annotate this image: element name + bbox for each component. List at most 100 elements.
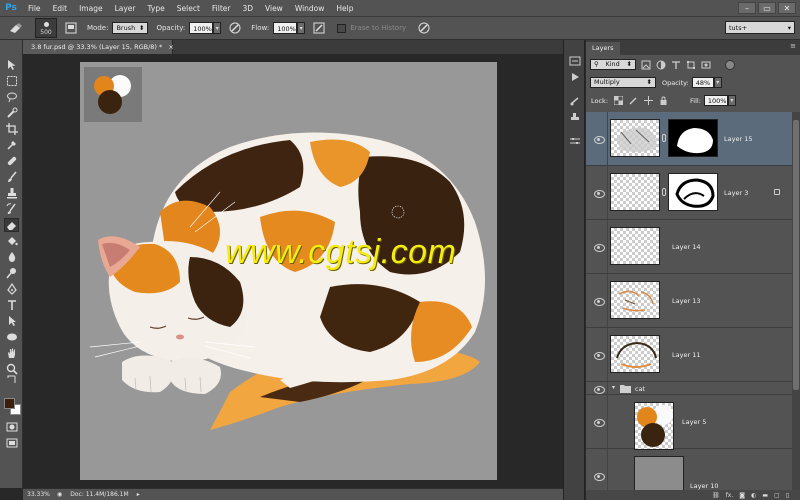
blur-tool[interactable] [4,250,19,264]
layer-row-layer-10[interactable]: Layer 10 [586,449,792,490]
layer-name[interactable]: Layer 15 [724,135,752,143]
blend-mode-select[interactable]: Multiply ⬍ [590,77,656,88]
workspace-select[interactable]: tuts+ ▾ [725,21,795,34]
filter-shape-button[interactable] [686,60,696,70]
menu-select[interactable]: Select [171,0,206,17]
brush-panel-toggle[interactable] [63,20,79,36]
hand-tool[interactable] [4,346,19,360]
brush-tool[interactable] [4,170,19,184]
filter-smart-object-button[interactable] [701,60,711,70]
scrollbar-thumb[interactable] [793,120,799,390]
shape-tool[interactable] [4,330,19,344]
lasso-tool[interactable] [4,90,19,104]
flow-slider-toggle[interactable]: ▾ [297,22,306,34]
lock-position-button[interactable] [643,96,653,106]
foreground-color[interactable] [4,398,15,409]
zoom-level[interactable]: 33.33% [23,491,57,498]
filter-kind-select[interactable]: ⚲ Kind ⬍ [590,59,636,70]
swap-colors-button[interactable] [4,375,19,384]
canvas-area[interactable]: www.cgtsj.com [23,54,563,488]
fill-field[interactable]: 100% [703,95,728,106]
group-expand-icon[interactable]: ▾ [612,384,615,391]
mode-select[interactable]: Brush ⬍ [112,22,149,34]
group-name[interactable]: cat [635,385,645,393]
menu-window[interactable]: Window [289,0,331,17]
menu-edit[interactable]: Edit [47,0,74,17]
menu-help[interactable]: Help [330,0,359,17]
document-canvas[interactable]: www.cgtsj.com [80,62,497,480]
layer-name[interactable]: Layer 10 [690,482,718,490]
layer-group-cat[interactable]: ▾ cat [586,382,792,395]
marquee-tool[interactable] [4,74,19,88]
layer-opacity-slider-toggle[interactable]: ▾ [713,77,722,88]
opacity-field[interactable]: 100% [189,22,214,34]
healing-brush-tool[interactable] [4,154,19,168]
visibility-eye-icon[interactable] [594,135,605,144]
airbrush-toggle[interactable] [311,20,327,36]
layer-row-layer-13[interactable]: Layer 13 [586,274,792,328]
erase-to-history-checkbox[interactable] [337,23,347,33]
history-brush-tool[interactable] [4,202,19,216]
fx-icon[interactable]: fx. [726,492,734,499]
brush-size-picker[interactable]: 500 [35,18,57,38]
eyedropper-tool[interactable] [4,138,19,152]
paint-bucket-tool[interactable] [4,234,19,248]
filter-pixel-button[interactable] [641,60,651,70]
layer-row-layer-14[interactable]: Layer 14 [586,220,792,274]
status-menu-arrow-icon[interactable]: ▸ [137,491,140,498]
panel-menu-icon[interactable]: ≡ [790,42,796,50]
trash-icon[interactable]: ▯ [786,492,789,499]
clone-stamp-tool[interactable] [4,186,19,200]
fill-slider-toggle[interactable]: ▾ [727,95,736,106]
opacity-slider-toggle[interactable]: ▾ [213,22,222,34]
close-button[interactable]: ✕ [778,2,796,14]
lock-transparent-button[interactable] [613,96,623,106]
visibility-eye-icon[interactable] [594,297,605,306]
layer-mask-thumbnail[interactable] [668,173,718,211]
filter-adjustment-button[interactable] [656,60,666,70]
visibility-eye-icon[interactable] [594,351,605,360]
layer-row-layer-11[interactable]: Layer 11 [586,328,792,382]
pen-tool[interactable] [4,282,19,296]
quick-select-tool[interactable] [4,106,19,120]
quick-mask-button[interactable] [4,420,19,434]
menu-3d[interactable]: 3D [236,0,259,17]
layer-row-layer-15[interactable]: Layer 15 [586,112,792,166]
mask-icon[interactable]: ◙ [739,492,745,499]
screen-mode-button[interactable] [4,436,19,450]
layers-scrollbar[interactable] [792,112,800,490]
pressure-size-toggle[interactable] [416,20,432,36]
close-tab-icon[interactable]: × [168,43,173,51]
layer-name[interactable]: Layer 5 [682,418,706,426]
tab-layers[interactable]: Layers [586,42,620,55]
flow-field[interactable]: 100% [273,22,298,34]
menu-view[interactable]: View [259,0,289,17]
layer-row-layer-5[interactable]: Layer 5 [586,395,792,450]
dodge-tool[interactable] [4,266,19,280]
document-tab[interactable]: 3.8 fur.psd @ 33.3% (Layer 15, RGB/8) * … [23,40,174,54]
crop-tool[interactable] [4,122,19,136]
filter-toggle-switch[interactable] [725,59,735,70]
layer-mask-thumbnail[interactable] [668,119,718,157]
link-icon[interactable]: ⛓ [712,492,720,499]
character-panel-button[interactable] [568,135,582,147]
adjustment-icon[interactable]: ◐ [751,492,756,499]
move-tool[interactable] [4,58,19,72]
clone-source-panel-button[interactable] [568,111,582,123]
menu-filter[interactable]: Filter [206,0,237,17]
layer-opacity-field[interactable]: 48% [691,77,714,88]
minimize-button[interactable]: – [738,2,756,14]
eraser-tool[interactable] [4,218,19,232]
layer-name[interactable]: Layer 11 [672,351,700,359]
pressure-opacity-toggle[interactable] [227,20,243,36]
layer-name[interactable]: Layer 14 [672,243,700,251]
filter-type-button[interactable] [671,60,681,70]
layer-row-layer-3[interactable]: Layer 3 [586,166,792,220]
new-layer-icon[interactable]: ▢ [774,492,780,499]
history-panel-button[interactable] [568,55,582,67]
path-selection-tool[interactable] [4,314,19,328]
maximize-button[interactable]: ▭ [758,2,776,14]
mask-link-icon[interactable] [662,188,666,196]
layer-name[interactable]: Layer 3 [724,189,748,197]
lock-all-button[interactable] [658,96,668,106]
